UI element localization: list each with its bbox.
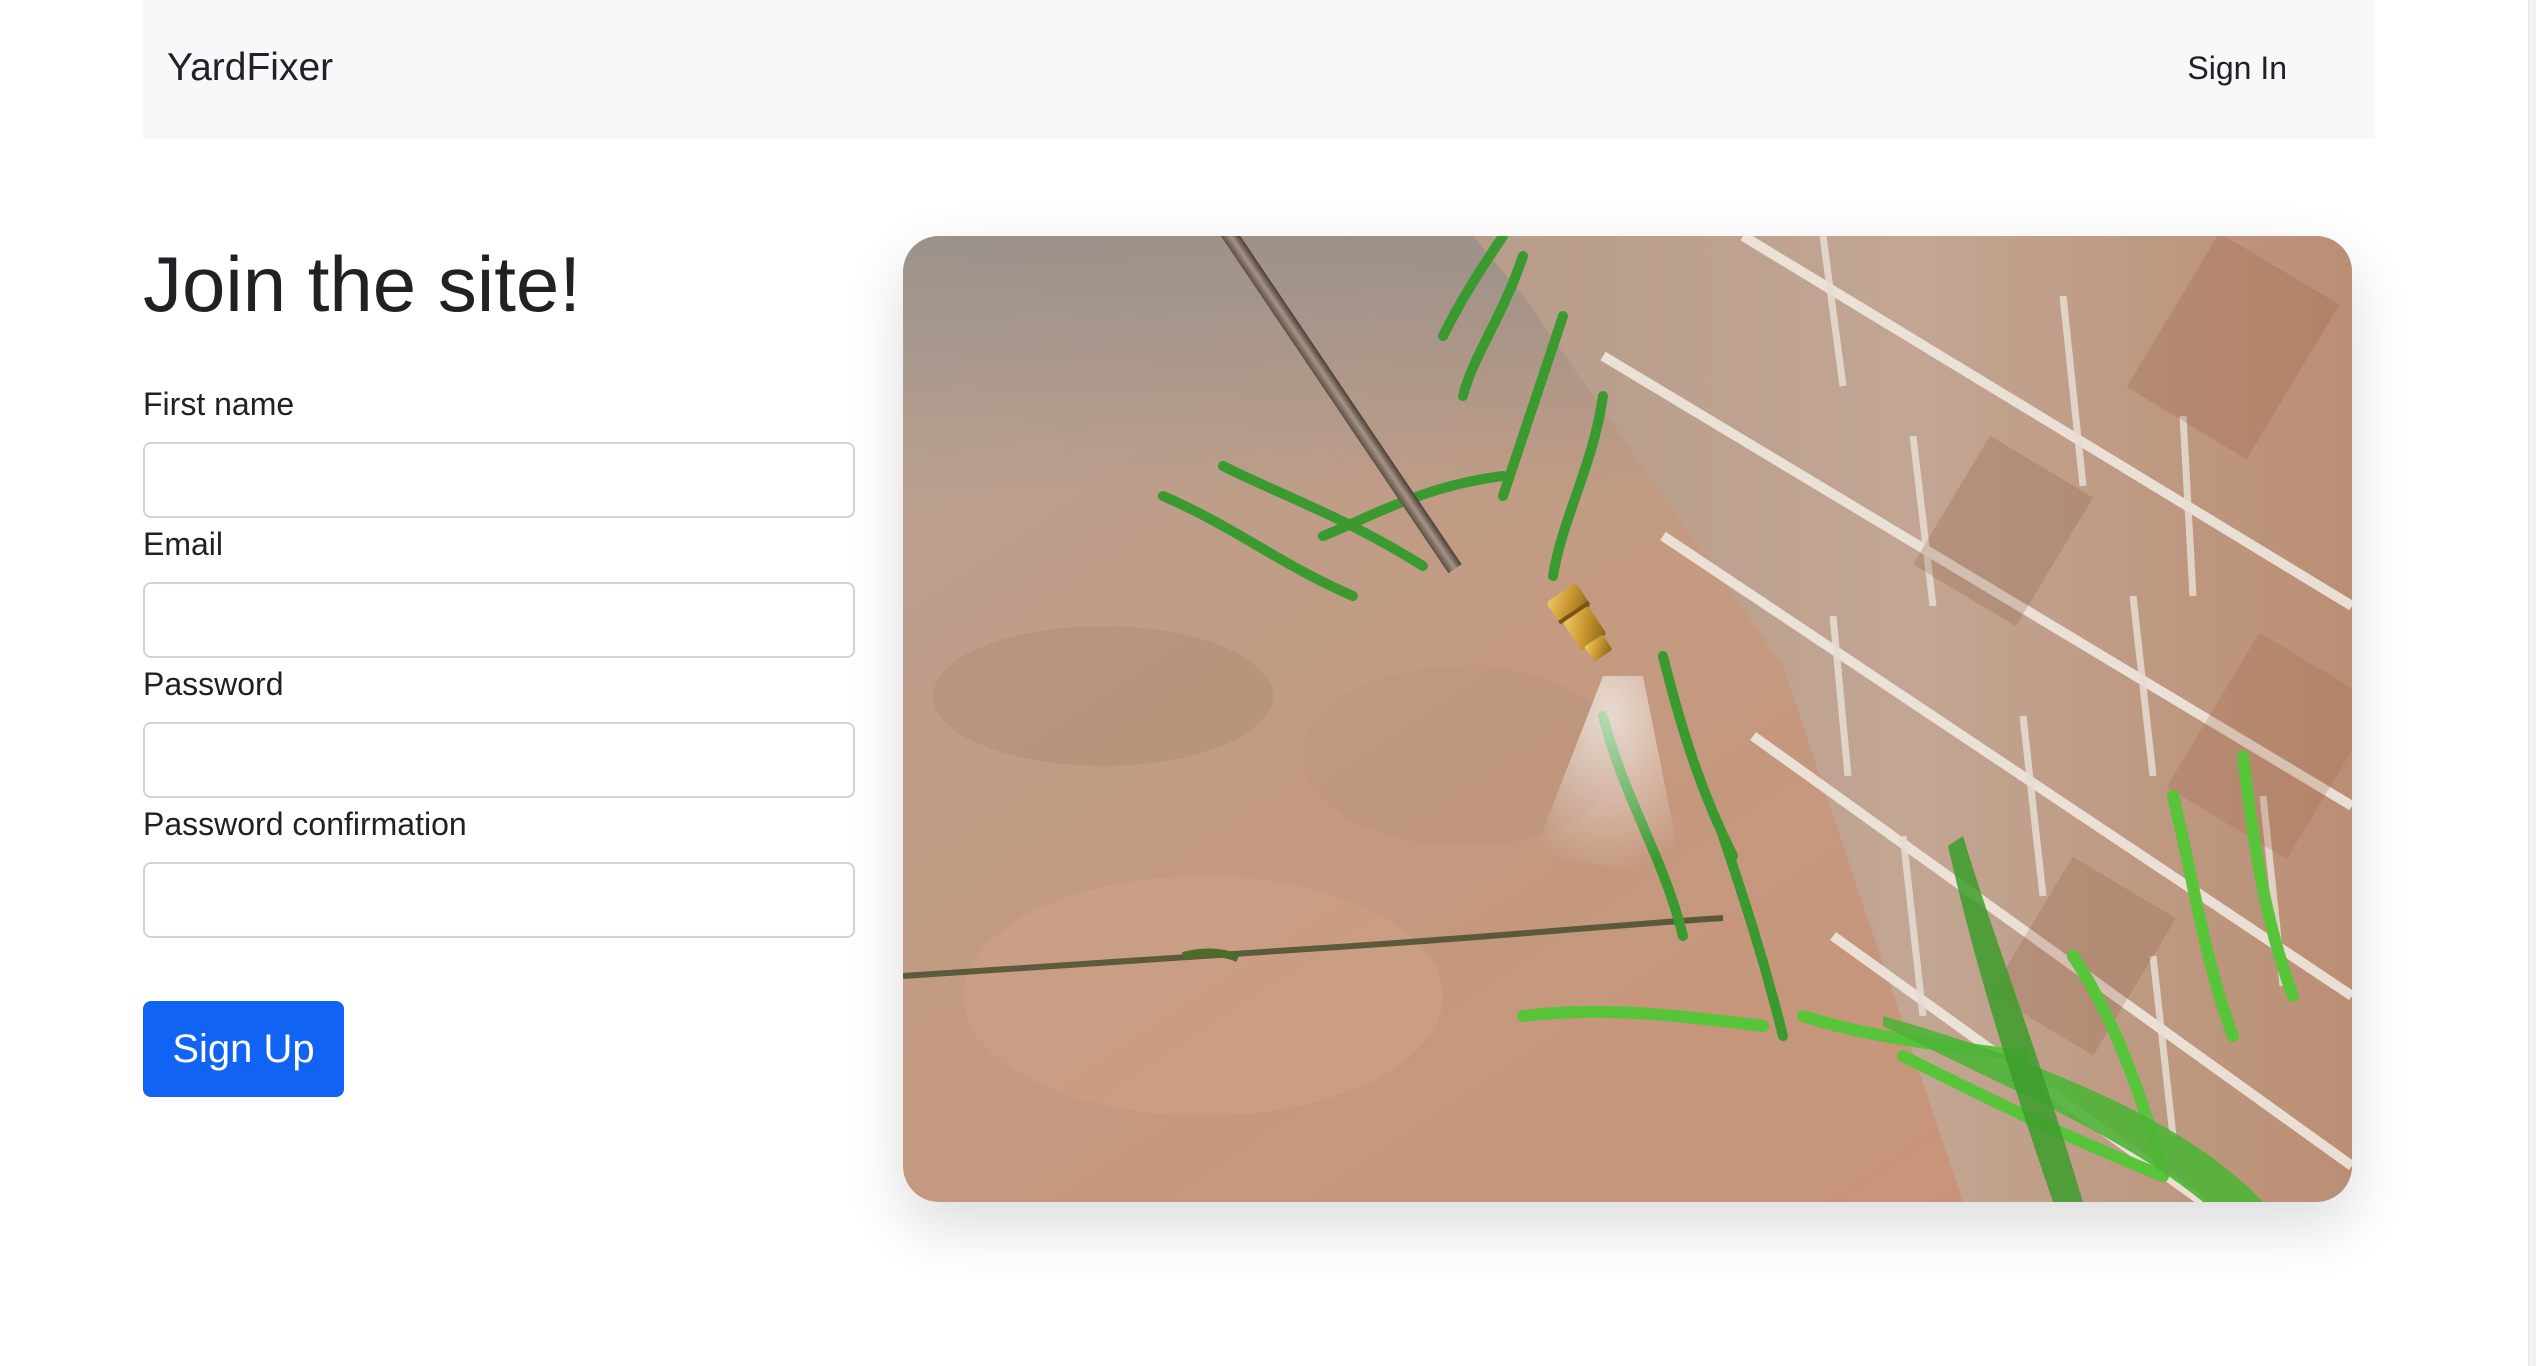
first-name-field-group: First name: [143, 384, 855, 518]
password-field-group: Password: [143, 664, 855, 798]
hero-image: [903, 236, 2352, 1202]
navbar: YardFixer Sign In: [143, 0, 2375, 139]
password-confirmation-label: Password confirmation: [143, 806, 467, 842]
email-input[interactable]: [143, 582, 855, 658]
email-label: Email: [143, 526, 224, 562]
first-name-input[interactable]: [143, 442, 855, 518]
password-confirmation-field-group: Password confirmation: [143, 804, 855, 938]
first-name-label: First name: [143, 386, 295, 422]
sign-in-link[interactable]: Sign In: [2187, 48, 2287, 88]
signup-form: Join the site! First name Email Password…: [143, 236, 855, 1097]
page-title: Join the site!: [143, 240, 581, 328]
page-scrollbar[interactable]: [2528, 0, 2536, 1366]
password-input[interactable]: [143, 722, 855, 798]
sign-up-button[interactable]: Sign Up: [143, 1001, 344, 1097]
weed-spraying-photo: [903, 236, 2352, 1202]
email-field-group: Email: [143, 524, 855, 658]
brand-link[interactable]: YardFixer: [167, 44, 333, 92]
password-label: Password: [143, 666, 284, 702]
password-confirmation-input[interactable]: [143, 862, 855, 938]
page: YardFixer Sign In Join the site! First n…: [0, 0, 2536, 1366]
